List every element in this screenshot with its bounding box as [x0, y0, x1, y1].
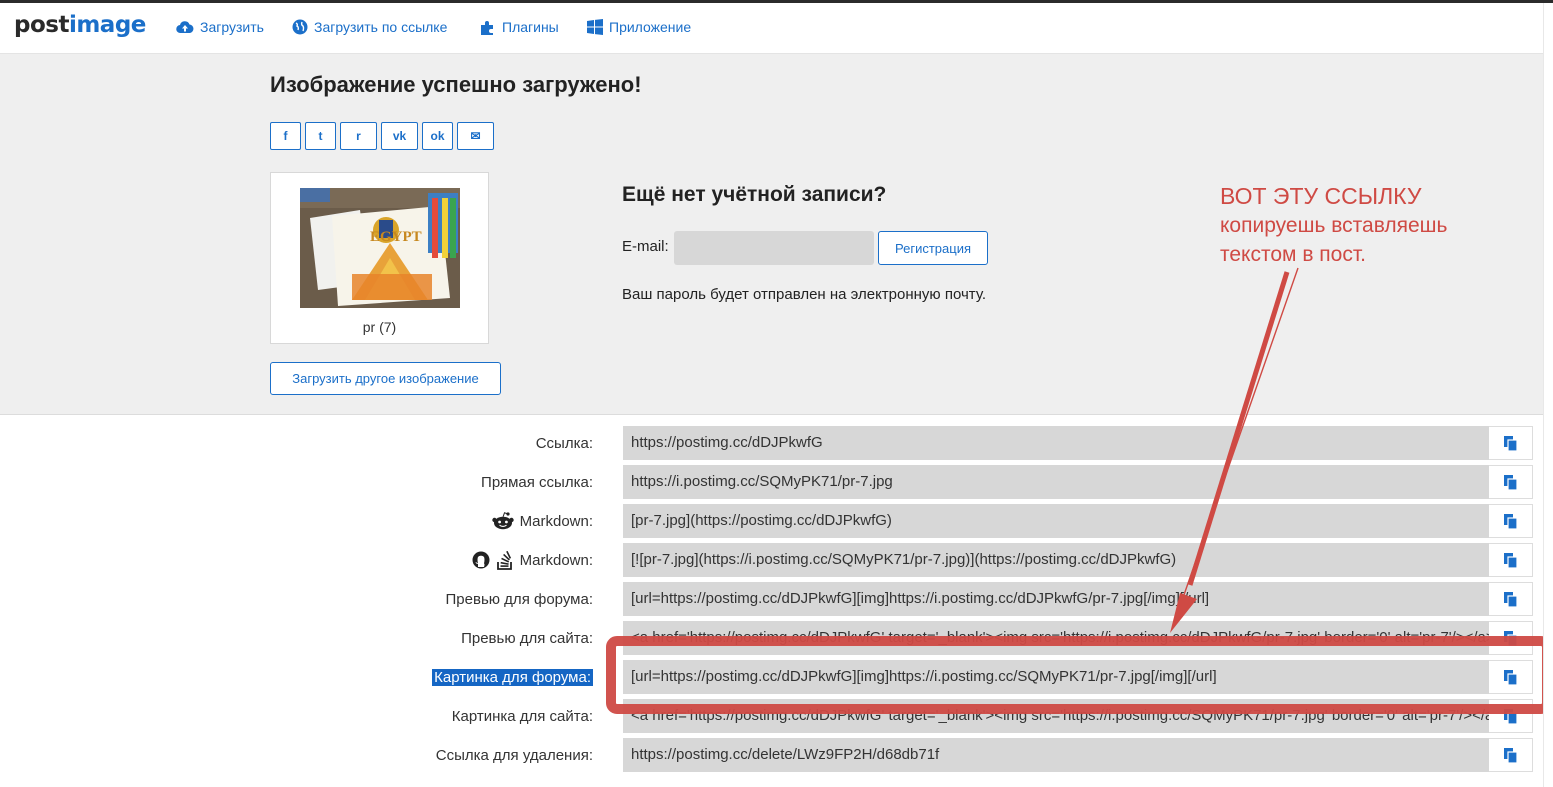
share-buttons: f t r vk ok ✉: [270, 122, 494, 150]
annotation-line-2: копируешь вставляешь: [1220, 214, 1448, 237]
copy-icon: [1504, 669, 1517, 685]
link-field[interactable]: https://i.postimg.cc/SQMyPK71/pr-7.jpg: [623, 465, 1489, 499]
facebook-icon[interactable]: f: [270, 122, 301, 150]
nav-plugins[interactable]: Плагины: [480, 19, 559, 35]
nav-upload-label: Загрузить: [200, 19, 264, 35]
stackoverflow-icon: [496, 550, 512, 570]
copy-icon: [1504, 513, 1517, 529]
scrollbar[interactable]: [1543, 3, 1553, 787]
link-row-label: Превью для сайта:: [461, 629, 593, 647]
link-row-label: Ссылка для удаления:: [435, 746, 593, 764]
email-input[interactable]: [674, 231, 874, 265]
vk-icon[interactable]: vk: [381, 122, 418, 150]
link-field[interactable]: [pr-7.jpg](https://postimg.cc/dDJPkwfG): [623, 504, 1489, 538]
link-field[interactable]: [![pr-7.jpg](https://i.postimg.cc/SQMyPK…: [623, 543, 1489, 577]
thumbnail-caption: pr (7): [362, 319, 397, 335]
link-row-label: Markdown:: [519, 512, 593, 530]
thumbnail-artwork-text: EGYPT: [370, 229, 422, 245]
copy-icon: [1504, 708, 1517, 724]
copy-button[interactable]: [1489, 582, 1533, 616]
link-field[interactable]: <a href='https://postimg.cc/dDJPkwfG' ta…: [623, 699, 1489, 733]
link-row-label-wrap: Превью для форума:: [446, 582, 593, 616]
link-row-label-wrap: Ссылка:: [536, 426, 593, 460]
reddit-icon[interactable]: r: [340, 122, 377, 150]
globe-icon: [292, 19, 308, 35]
copy-icon: [1504, 591, 1517, 607]
puzzle-icon: [481, 21, 493, 35]
annotation-line-1: ВОТ ЭТУ ССЫЛКУ: [1220, 183, 1422, 209]
windows-icon: [587, 19, 603, 35]
link-row-label-selected: Картинка для форума:: [432, 668, 593, 686]
uploaded-image-thumbnail[interactable]: EGYPT: [300, 188, 460, 308]
annotation-line-3: текстом в пост.: [1220, 243, 1366, 266]
link-row-label: Прямая ссылка:: [481, 473, 593, 491]
link-field[interactable]: https://postimg.cc/dDJPkwfG: [623, 426, 1489, 460]
link-row: Превью для форума: [url=https://postimg.…: [0, 582, 1543, 616]
postimage-logo[interactable]: postimage: [14, 12, 146, 38]
nav-app-label: Приложение: [609, 19, 692, 35]
copy-icon: [1504, 552, 1517, 568]
link-row-label-wrap: Картинка для сайта:: [452, 699, 593, 733]
reddit-icon: [491, 512, 514, 530]
link-row: Картинка для форума: [url=https://postim…: [0, 660, 1543, 694]
nav-plugins-label: Плагины: [502, 19, 559, 35]
link-field[interactable]: <a href='https://postimg.cc/dDJPkwfG' ta…: [623, 621, 1489, 655]
link-row-label: Картинка для сайта:: [451, 707, 593, 725]
link-row-label: Markdown:: [519, 551, 593, 569]
copy-icon: [1504, 630, 1517, 646]
nav-app[interactable]: Приложение: [587, 19, 691, 35]
nav-upload-by-url-label: Загрузить по ссылке: [314, 19, 448, 35]
annotation-text: ВОТ ЭТУ ССЫЛКУ копируешь вставляешь текс…: [1220, 182, 1447, 269]
link-row: Превью для сайта: <a href='https://posti…: [0, 621, 1543, 655]
copy-button[interactable]: [1489, 738, 1533, 772]
password-note: Ваш пароль будет отправлен на электронну…: [622, 286, 986, 303]
link-row-label-wrap: Прямая ссылка:: [481, 465, 593, 499]
copy-button[interactable]: [1489, 621, 1533, 655]
thumbnail-card: EGYPT pr (7): [270, 172, 489, 344]
nav-upload-by-url[interactable]: Загрузить по ссылке: [292, 19, 447, 35]
upload-another-image-button[interactable]: Загрузить другое изображение: [270, 362, 501, 395]
account-title: Ещё нет учётной записи?: [622, 183, 887, 206]
copy-button[interactable]: [1489, 543, 1533, 577]
github-icon: [472, 551, 490, 569]
link-row-label-wrap: Превью для сайта:: [461, 621, 593, 655]
email-icon[interactable]: ✉: [457, 122, 494, 150]
link-row-label-wrap: Ссылка для удаления:: [436, 738, 593, 772]
copy-button[interactable]: [1489, 699, 1533, 733]
copy-icon: [1504, 747, 1517, 763]
link-row: Markdown: [pr-7.jpg](https://postimg.cc/…: [0, 504, 1543, 538]
link-field[interactable]: [url=https://postimg.cc/dDJPkwfG][img]ht…: [623, 582, 1489, 616]
copy-icon: [1504, 435, 1517, 451]
odnoklassniki-icon[interactable]: ok: [422, 122, 453, 150]
navbar: postimage Загрузить Загрузить по ссылке …: [0, 3, 1543, 54]
register-button[interactable]: Регистрация: [878, 231, 988, 265]
link-row: Картинка для сайта: <a href='https://pos…: [0, 699, 1543, 733]
cloud-upload-icon: [176, 21, 194, 34]
email-label: E-mail:: [622, 238, 669, 255]
link-row-label-wrap: Markdown:: [491, 504, 593, 538]
link-row-label: Ссылка:: [535, 434, 593, 452]
link-row: Markdown: [![pr-7.jpg](https://i.postimg…: [0, 543, 1543, 577]
link-row-label-wrap: Картинка для форума:: [432, 660, 593, 694]
link-row-label: Превью для форума:: [445, 590, 593, 608]
copy-button[interactable]: [1489, 660, 1533, 694]
copy-button[interactable]: [1489, 426, 1533, 460]
link-row: Ссылка для удаления: https://postimg.cc/…: [0, 738, 1543, 772]
page-title: Изображение успешно загружено!: [270, 72, 642, 97]
link-field[interactable]: https://postimg.cc/delete/LWz9FP2H/d68db…: [623, 738, 1489, 772]
link-row: Ссылка: https://postimg.cc/dDJPkwfG: [0, 426, 1543, 460]
copy-button[interactable]: [1489, 465, 1533, 499]
copy-icon: [1504, 474, 1517, 490]
link-row-label-wrap: Markdown:: [472, 543, 593, 577]
nav-upload[interactable]: Загрузить: [176, 19, 264, 35]
link-row: Прямая ссылка: https://i.postimg.cc/SQMy…: [0, 465, 1543, 499]
twitter-icon[interactable]: t: [305, 122, 336, 150]
link-field[interactable]: [url=https://postimg.cc/dDJPkwfG][img]ht…: [623, 660, 1489, 694]
copy-button[interactable]: [1489, 504, 1533, 538]
